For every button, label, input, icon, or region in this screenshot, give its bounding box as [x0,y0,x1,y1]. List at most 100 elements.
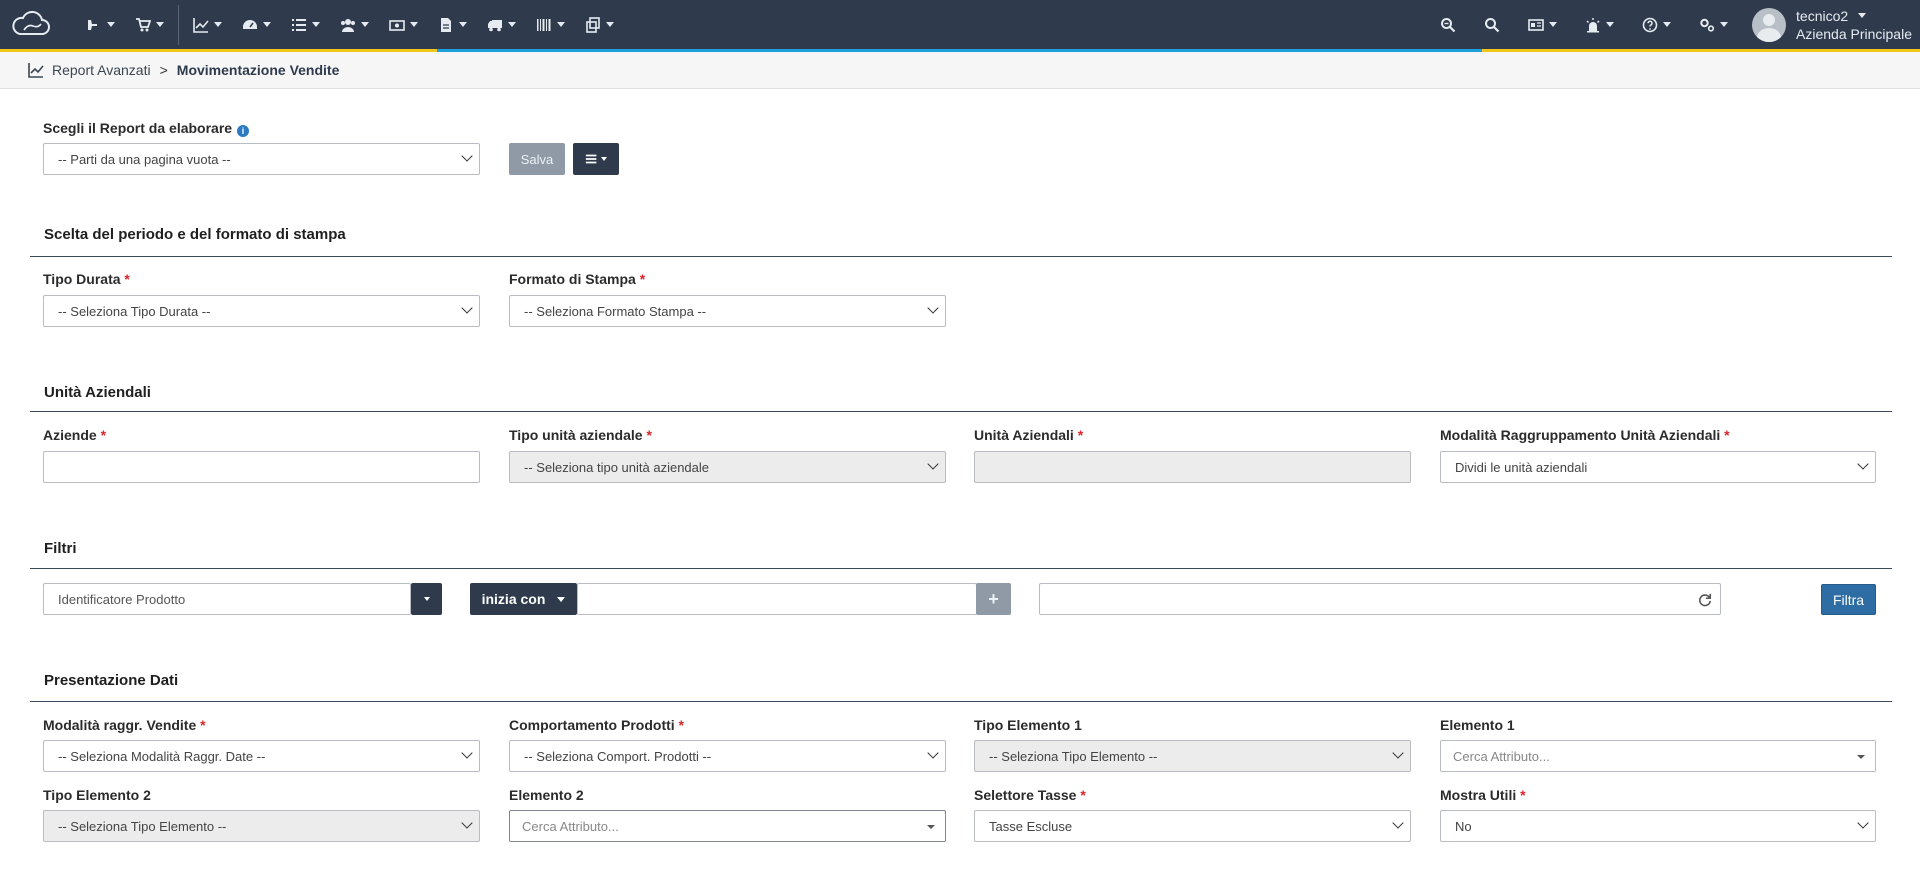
elemento-2-label: Elemento 2 [509,787,584,803]
formato-stampa-select[interactable]: -- Seleziona Formato Stampa -- [509,295,946,327]
required-mark: * [100,427,107,443]
modalita-vendite-select[interactable]: -- Seleziona Modalità Raggr. Date -- [43,740,480,772]
tipo-durata-label: Tipo Durata * [43,271,130,287]
report-chooser-label: Scegli il Report da elaborare i [43,120,250,137]
selettore-tasse-select[interactable]: Tasse Escluse [974,810,1411,842]
section-divider [30,411,1892,412]
menu-id-card[interactable] [1514,0,1571,49]
menu-list[interactable] [281,0,330,49]
info-icon[interactable]: i [237,125,250,137]
required-mark: * [1077,427,1084,443]
dashboard-icon [243,19,257,29]
required-mark: * [646,427,652,443]
filter-extra-input[interactable] [1039,583,1721,615]
caret-down-icon [606,22,614,27]
tipo-elemento-1-label: Tipo Elemento 1 [974,717,1082,733]
comportamento-prodotti-value: -- Seleziona Comport. Prodotti -- [524,748,712,764]
filter-operator-button[interactable]: inizia con [470,583,577,615]
chevron-down-icon [1857,817,1869,829]
tipo-elemento-1-select[interactable]: -- Seleziona Tipo Elemento -- [974,740,1411,772]
refresh-icon[interactable] [1698,593,1712,607]
menu-dashboard[interactable] [232,0,281,49]
elemento-1-select[interactable]: Cerca Attributo... [1440,740,1876,772]
required-mark: * [200,717,206,733]
menu-copy[interactable] [575,0,624,49]
filter-field-select[interactable]: Identificatore Prodotto [43,583,411,615]
tipo-unita-label: Tipo unità aziendale * [509,427,652,443]
modalita-raggruppamento-value: Dividi le unità aziendali [1455,459,1588,475]
caret-down-icon [557,596,566,602]
caret-down-icon [156,22,164,27]
help-icon [1642,17,1658,32]
elemento-2-select[interactable]: Cerca Attributo... [509,810,946,842]
report-actions-button[interactable] [573,143,619,175]
formato-stampa-label-text: Formato di Stampa [509,271,636,287]
selettore-tasse-label-text: Selettore Tasse [974,787,1077,803]
comportamento-prodotti-label: Comportamento Prodotti * [509,717,684,733]
aziende-input[interactable] [43,451,480,483]
menu-icon [585,154,597,164]
caret-down-icon [423,597,430,601]
section-title-filters: Filtri [44,540,77,557]
menu-users[interactable] [330,0,379,49]
filter-value-input[interactable] [577,583,977,615]
caret-down-icon [312,22,320,27]
menu-zoom-search[interactable] [1426,0,1470,49]
chevron-down-icon [927,302,939,314]
user-menu[interactable]: tecnico2 Azienda Principale [1742,0,1920,49]
modalita-raggruppamento-label-text: Modalità Raggruppamento Unità Aziendali [1440,427,1721,443]
cart-icon [136,17,151,31]
truck-icon [488,19,502,31]
menu-reports[interactable] [183,0,232,49]
top-navbar: tecnico2 Azienda Principale [0,0,1920,52]
chart-icon [193,17,209,33]
menu-money[interactable] [379,0,428,49]
add-filter-button[interactable]: + [976,583,1011,615]
breadcrumb-parent-link[interactable]: Report Avanzati [52,62,151,78]
plus-icon: + [988,588,999,609]
user-name: tecnico2 [1796,7,1849,24]
modalita-raggruppamento-select[interactable]: Dividi le unità aziendali [1440,451,1876,483]
unita-aziendali-label-text: Unità Aziendali [974,427,1074,443]
formato-stampa-value: -- Seleziona Formato Stampa -- [524,303,707,319]
chevron-down-icon [1392,747,1404,759]
chevron-down-icon [461,817,473,829]
selettore-tasse-value: Tasse Escluse [989,818,1073,834]
breadcrumb-current: Movimentazione Vendite [176,62,340,78]
caret-down-icon [410,22,418,27]
report-select[interactable]: -- Parti da una pagina vuota -- [43,143,480,175]
caret-down-icon [107,22,115,27]
mostra-utili-label-text: Mostra Utili [1440,787,1517,803]
menu-search[interactable] [1470,0,1514,49]
comportamento-prodotti-select[interactable]: -- Seleziona Comport. Prodotti -- [509,740,946,772]
mostra-utili-select[interactable]: No [1440,810,1876,842]
save-button[interactable]: Salva [509,143,565,175]
menu-shipping[interactable] [477,0,526,49]
tipo-durata-label-text: Tipo Durata [43,271,121,287]
caret-down-icon [1549,22,1558,27]
filter-button[interactable]: Filtra [1821,584,1876,615]
search-icon [1485,17,1500,32]
menu-settings[interactable] [1685,0,1742,49]
caret-down-icon [361,22,369,27]
caret-down-icon [1720,22,1729,27]
aziende-label-text: Aziende [43,427,97,443]
required-mark: * [678,717,684,733]
caret-down-icon [557,22,565,27]
filter-field-dropdown-button[interactable] [411,583,442,615]
cloud-logo-icon[interactable] [10,10,52,40]
menu-barcode[interactable] [526,0,575,49]
report-chooser-label-text: Scegli il Report da elaborare [43,120,233,136]
menu-alarm[interactable] [1571,0,1628,49]
section-title-units: Unità Aziendali [44,384,151,401]
caret-down-icon [1663,22,1672,27]
menu-help[interactable] [1628,0,1685,49]
tipo-elemento-2-select[interactable]: -- Seleziona Tipo Elemento -- [43,810,480,842]
chevron-down-icon [461,150,473,162]
menu-cart[interactable] [125,0,174,49]
unita-aziendali-input[interactable] [974,451,1411,483]
menu-build[interactable] [76,0,125,49]
tipo-unita-select[interactable]: -- Seleziona tipo unità aziendale [509,451,946,483]
menu-documents[interactable] [428,0,477,49]
tipo-durata-select[interactable]: -- Seleziona Tipo Durata -- [43,295,480,327]
